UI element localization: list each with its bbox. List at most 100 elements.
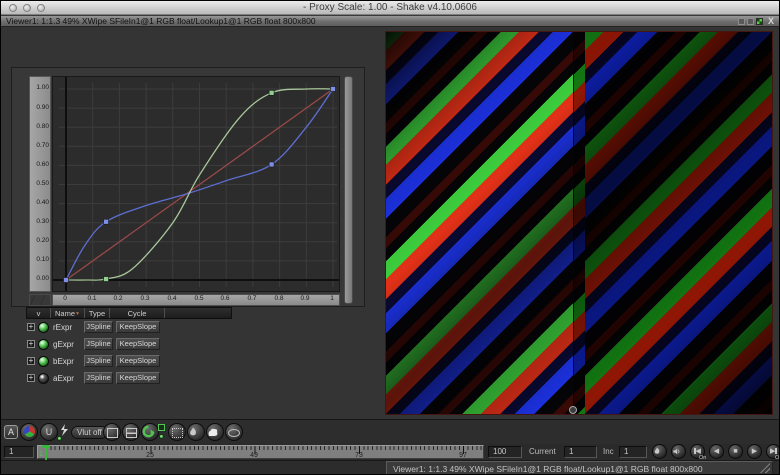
spline-type-field[interactable]: JSpline xyxy=(84,321,113,333)
wipe-right-image xyxy=(573,32,772,414)
cycle-mode-field[interactable]: KeepSlope xyxy=(116,372,160,384)
viewer-close-icon[interactable]: X xyxy=(768,16,774,26)
column-header-type[interactable]: Type xyxy=(85,308,110,318)
viewer-detach-icon[interactable] xyxy=(747,18,754,25)
main-area: 1.00 0.90 0.80 0.70 0.60 0.50 0.40 0.30 … xyxy=(1,27,779,419)
increment-field[interactable]: 1 xyxy=(619,446,647,458)
proxy-toggle-icon[interactable] xyxy=(158,424,165,431)
compare-mode-button[interactable] xyxy=(122,423,140,441)
expand-icon[interactable]: + xyxy=(27,374,35,382)
status-info-text: Viewer1: 1:1.3 49% XWipe SFileIn1@1 RGB … xyxy=(393,464,703,474)
x-tick: 0.7 xyxy=(242,295,262,302)
speaker-icon xyxy=(672,447,681,456)
viewer-image[interactable] xyxy=(385,31,773,415)
curve-name[interactable]: gExpr xyxy=(53,340,74,349)
wipe-handle[interactable] xyxy=(569,406,577,414)
expand-icon[interactable]: + xyxy=(27,340,35,348)
playhead[interactable] xyxy=(45,446,47,460)
lightning-led xyxy=(57,436,62,441)
spline-type-field[interactable]: JSpline xyxy=(84,355,113,367)
column-header-name-label: Name xyxy=(55,309,75,318)
curve-name[interactable]: aExpr xyxy=(53,374,74,383)
viewer-info-text: Viewer1: 1:1.3 49% XWipe SFileIn1@1 RGB … xyxy=(6,16,316,26)
roi-icon xyxy=(172,428,183,438)
alpha-sphere-icon[interactable] xyxy=(38,373,49,384)
ruler-tick-label: 73 xyxy=(351,452,367,459)
cycle-mode-field[interactable]: KeepSlope xyxy=(116,321,160,333)
curve-vertical-scrollbar[interactable] xyxy=(344,76,353,304)
timeline-start-field[interactable]: 1 xyxy=(4,446,34,458)
timeline-ruler[interactable]: 25 49 73 97 1 xyxy=(37,445,484,459)
lightning-icon[interactable] xyxy=(59,424,69,436)
channel-sphere-icon[interactable] xyxy=(38,322,49,333)
expand-icon[interactable]: + xyxy=(27,323,35,331)
table-row-aexpr: + aExpr JSpline KeepSlope xyxy=(26,370,232,387)
table-row-bexpr: + bExpr JSpline KeepSlope xyxy=(26,353,232,370)
curve-fit-button[interactable] xyxy=(29,294,51,306)
end-bar-icon xyxy=(775,448,777,454)
column-header-spacer xyxy=(165,308,232,318)
update-mode-button[interactable] xyxy=(141,423,159,441)
update-view-button[interactable]: U xyxy=(40,423,58,441)
fit-frame-button[interactable] xyxy=(103,423,121,441)
oval-tool-button[interactable] xyxy=(225,423,243,441)
update-icon xyxy=(142,425,155,438)
flipbook-button[interactable] xyxy=(187,423,205,441)
column-header-v[interactable]: v xyxy=(27,308,51,318)
frame-icon xyxy=(107,428,118,438)
flame-icon xyxy=(188,427,198,438)
y-tick: 0.30 xyxy=(29,218,52,225)
y-tick: 1.00 xyxy=(29,84,52,91)
spline-type-field[interactable]: JSpline xyxy=(84,372,113,384)
table-row-rexpr: + rExpr JSpline KeepSlope xyxy=(26,319,232,336)
viewer-layout-icon[interactable] xyxy=(738,18,745,25)
increment-label: Inc xyxy=(603,447,614,456)
ruler-tick-label: 49 xyxy=(246,452,262,459)
cycle-mode-field[interactable]: KeepSlope xyxy=(116,338,160,350)
y-tick: 0.50 xyxy=(29,180,52,187)
current-frame-field[interactable]: 1 xyxy=(564,446,597,458)
curve-name[interactable]: rExpr xyxy=(53,323,72,332)
column-header-cycle[interactable]: Cycle xyxy=(110,308,165,318)
spline-type-field[interactable]: JSpline xyxy=(84,338,113,350)
curve-name[interactable]: bExpr xyxy=(53,357,74,366)
roi-button[interactable] xyxy=(168,423,186,441)
status-panel: Viewer1: 1:1.3 49% XWipe SFileIn1@1 RGB … xyxy=(386,461,773,475)
status-row: Viewer1: 1:1.3 49% XWipe SFileIn1@1 RGB … xyxy=(1,460,779,475)
curve-editor: 1.00 0.90 0.80 0.70 0.60 0.50 0.40 0.30 … xyxy=(11,67,365,307)
stop-button[interactable]: ■ xyxy=(728,444,743,459)
play-reverse-button[interactable]: ◀ xyxy=(709,444,724,459)
ruler-tick-label: 97 xyxy=(455,452,471,459)
x-tick: 0 xyxy=(55,295,75,302)
x-tick: 1 xyxy=(322,295,342,302)
column-header-name[interactable]: Name▼ xyxy=(51,308,85,318)
y-tick: 0.40 xyxy=(29,199,52,206)
channel-sphere-icon[interactable] xyxy=(38,356,49,367)
start-bar-icon xyxy=(694,448,696,454)
resize-grip[interactable] xyxy=(760,463,770,473)
viewer-toolbar: A U Vlut off xyxy=(1,419,779,444)
wipe-left-image xyxy=(386,32,573,414)
expand-icon[interactable]: + xyxy=(27,357,35,365)
x-tick: 0.4 xyxy=(162,295,182,302)
table-row-gexpr: + gExpr JSpline KeepSlope xyxy=(26,336,232,353)
shake-window: - Proxy Scale: 1.00 - Shake v4.10.0606 V… xyxy=(0,0,780,475)
curve-graph[interactable] xyxy=(52,76,340,292)
channel-wheel-button[interactable] xyxy=(20,423,38,441)
cycle-mode-field[interactable]: KeepSlope xyxy=(116,355,160,367)
play-button[interactable]: ▶ xyxy=(747,444,762,459)
paint-button[interactable] xyxy=(206,423,224,441)
flipbook-render-button[interactable] xyxy=(652,444,667,459)
paint-icon xyxy=(207,427,219,438)
sound-button[interactable] xyxy=(671,444,686,459)
x-tick: 0.1 xyxy=(82,295,102,302)
playhead-frame-label: 1 xyxy=(39,451,43,458)
y-tick: 0.70 xyxy=(29,142,52,149)
flame-icon xyxy=(653,447,661,456)
buffer-a-button[interactable]: A xyxy=(4,425,18,439)
timeline-end-field[interactable]: 100 xyxy=(488,446,522,458)
viewer-channels-icon[interactable] xyxy=(756,18,763,25)
curve-parameter-table: v Name▼ Type Cycle + rExpr JSpline KeepS… xyxy=(26,307,232,387)
channel-sphere-icon[interactable] xyxy=(38,339,49,350)
channel-wheel-icon xyxy=(24,426,35,437)
